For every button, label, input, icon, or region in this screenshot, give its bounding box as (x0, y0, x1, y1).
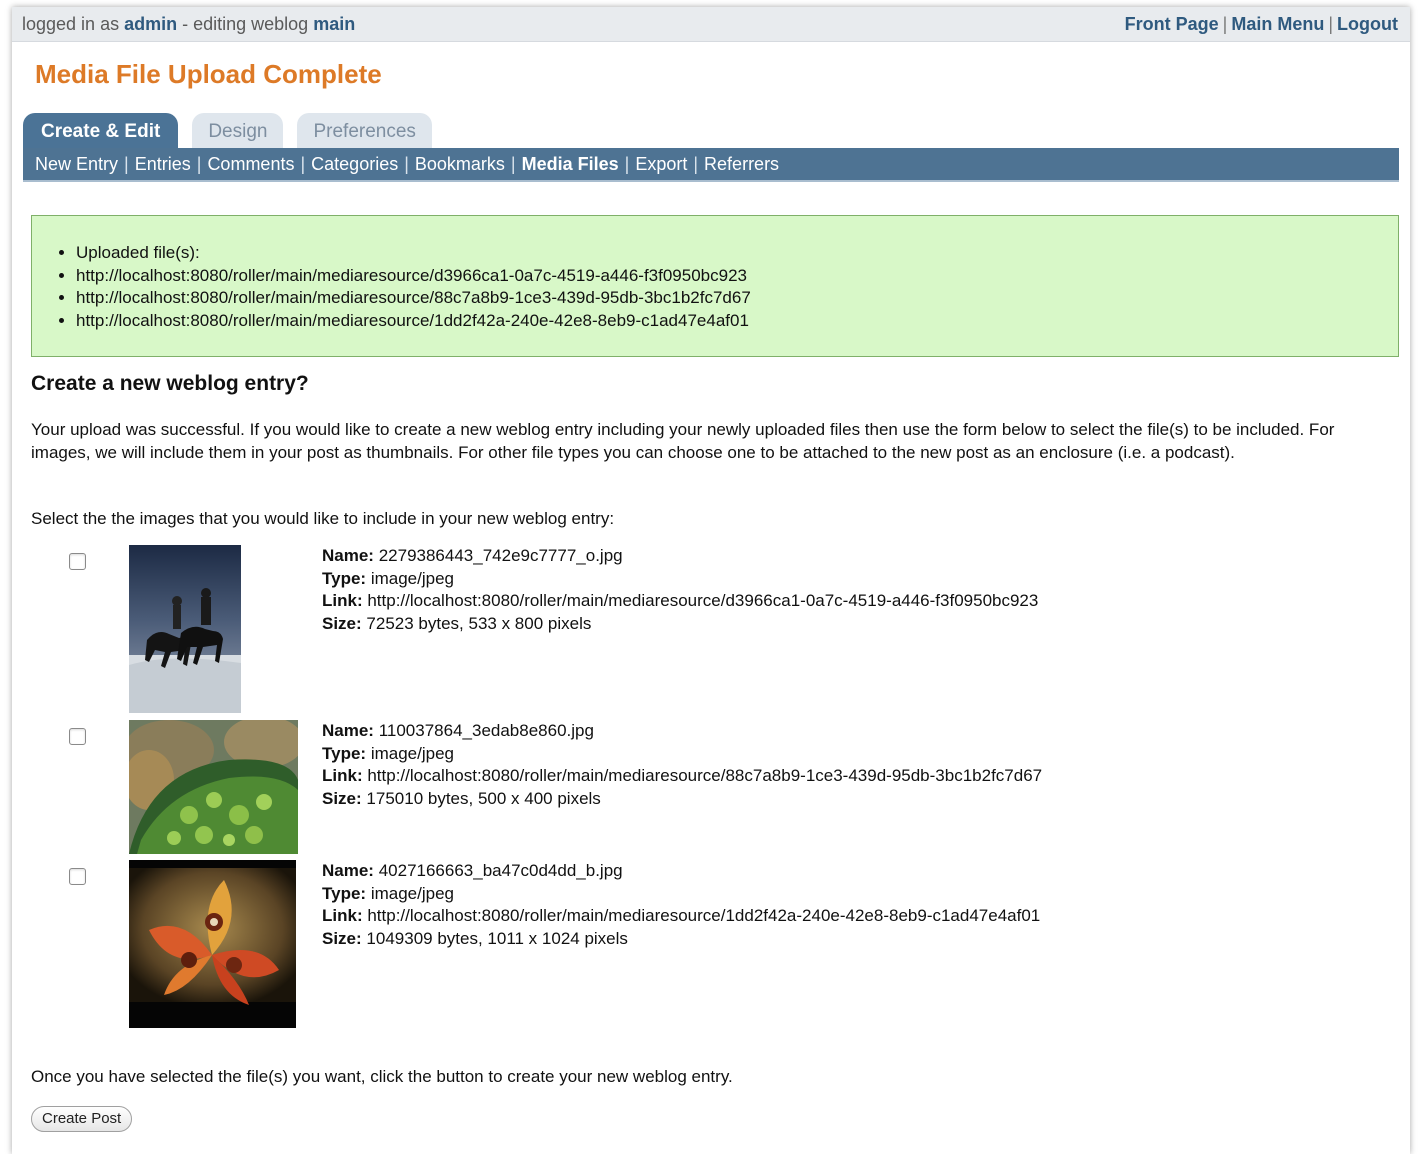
list-item: Uploaded file(s): (76, 242, 1398, 265)
top-links: Front Page | Main Menu | Logout (1124, 13, 1398, 34)
file-link: http://localhost:8080/roller/main/mediar… (367, 906, 1041, 925)
nav-export[interactable]: Export (635, 154, 687, 175)
nav-categories[interactable]: Categories (311, 154, 398, 175)
status-bar: logged in as admin - editing weblog main… (12, 7, 1410, 42)
uploaded-files-list: Uploaded file(s): http://localhost:8080/… (76, 242, 1398, 332)
file-size: 1049309 bytes, 1011 x 1024 pixels (366, 928, 628, 948)
thumbnail-melons (129, 720, 298, 854)
front-page-link[interactable]: Front Page (1125, 14, 1219, 34)
select-prompt: Select the the images that you would lik… (31, 509, 615, 528)
weblog-name: main (313, 13, 356, 34)
page-title: Media File Upload Complete (35, 59, 382, 89)
tab-preferences[interactable]: Preferences (297, 113, 432, 149)
file-size: 72523 bytes, 533 x 800 pixels (366, 613, 592, 633)
tab-design[interactable]: Design (192, 113, 284, 149)
username: admin (124, 13, 178, 34)
sub-navigation: New Entry | Entries | Comments | Categories… (23, 148, 1399, 182)
file-checkbox[interactable] (69, 728, 86, 745)
section-heading: Create a new weblog entry? (31, 372, 309, 395)
tab-create-edit[interactable]: Create & Edit (23, 113, 179, 149)
nav-comments[interactable]: Comments (207, 154, 294, 175)
file-size: 175010 bytes, 500 x 400 pixels (366, 788, 601, 808)
list-item: http://localhost:8080/roller/main/mediar… (76, 265, 1398, 288)
thumbnail-autumn-leaves (129, 860, 296, 1028)
nav-bookmarks[interactable]: Bookmarks (415, 154, 505, 175)
file-details: Name: 2279386443_742e9c7777_o.jpg Type: … (322, 546, 1039, 633)
file-link: http://localhost:8080/roller/main/mediar… (367, 591, 1039, 610)
list-item: http://localhost:8080/roller/main/mediar… (76, 310, 1398, 333)
file-name: 110037864_3edab8e860.jpg (378, 721, 594, 740)
create-post-button[interactable]: Create Post (31, 1106, 133, 1132)
nav-entries[interactable]: Entries (135, 154, 191, 175)
file-link: http://localhost:8080/roller/main/mediar… (367, 766, 1043, 785)
footer-instructions: Once you have selected the file(s) you w… (31, 1067, 733, 1086)
file-type: image/jpeg (370, 743, 454, 763)
nav-media-files[interactable]: Media Files (522, 154, 619, 175)
file-type: image/jpeg (370, 568, 454, 588)
logout-link[interactable]: Logout (1337, 14, 1398, 34)
file-details: Name: 110037864_3edab8e860.jpg Type: ima… (322, 721, 1043, 808)
upload-success-message: Uploaded file(s): http://localhost:8080/… (31, 215, 1399, 357)
file-type: image/jpeg (370, 883, 454, 903)
file-checkbox[interactable] (69, 868, 86, 885)
login-status: logged in as admin - editing weblog main (22, 13, 356, 34)
thumbnail-horse-riders (129, 545, 241, 713)
nav-referrers[interactable]: Referrers (704, 154, 779, 175)
intro-text: Your upload was successful. If you would… (31, 420, 1335, 462)
nav-new-entry[interactable]: New Entry (35, 154, 118, 175)
list-item: http://localhost:8080/roller/main/mediar… (76, 287, 1398, 310)
file-name: 2279386443_742e9c7777_o.jpg (378, 546, 623, 565)
file-checkbox[interactable] (69, 553, 86, 570)
main-tabs: Create & Edit Design Preferences (23, 113, 446, 149)
file-details: Name: 4027166663_ba47c0d4dd_b.jpg Type: … (322, 861, 1041, 948)
file-name: 4027166663_ba47c0d4dd_b.jpg (378, 861, 623, 880)
app-window: logged in as admin - editing weblog main… (12, 7, 1410, 1154)
main-menu-link[interactable]: Main Menu (1231, 14, 1324, 34)
